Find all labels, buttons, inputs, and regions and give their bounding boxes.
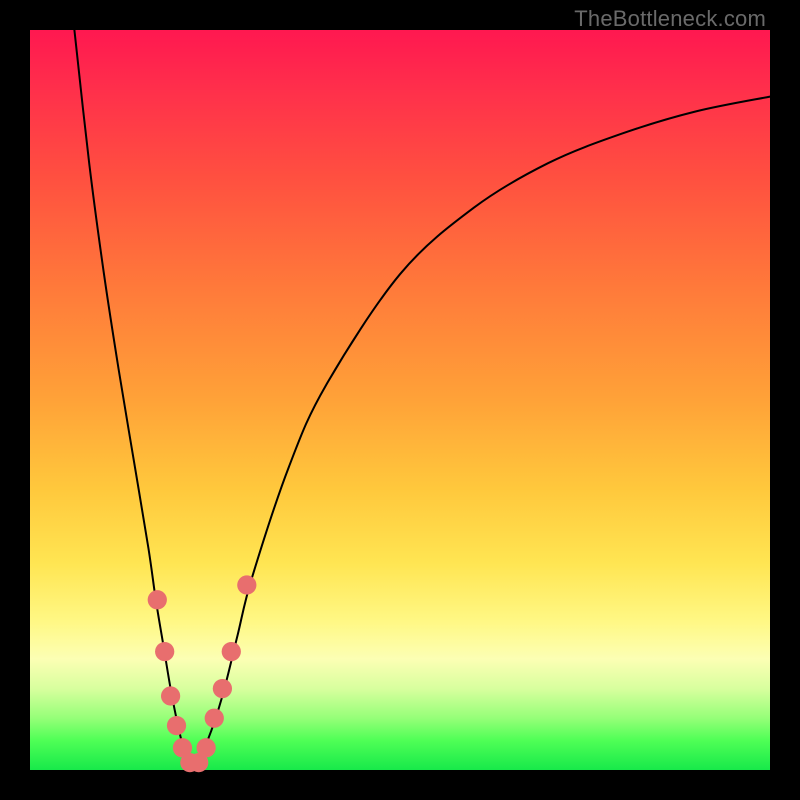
plot-area (30, 30, 770, 770)
series-right-limb (193, 97, 770, 770)
highlight-dot (155, 642, 174, 661)
chart-svg (30, 30, 770, 770)
chart-frame: TheBottleneck.com (0, 0, 800, 800)
highlight-dot (167, 716, 186, 735)
highlight-dot (197, 738, 216, 757)
series-left-limb (74, 30, 192, 770)
curve-lines (74, 30, 770, 770)
highlight-dot (213, 679, 232, 698)
highlight-dots (148, 575, 257, 772)
highlight-dot (222, 642, 241, 661)
highlight-dot (205, 709, 224, 728)
highlight-dot (237, 575, 256, 594)
watermark-text: TheBottleneck.com (574, 6, 766, 32)
highlight-dot (148, 590, 167, 609)
highlight-dot (161, 686, 180, 705)
